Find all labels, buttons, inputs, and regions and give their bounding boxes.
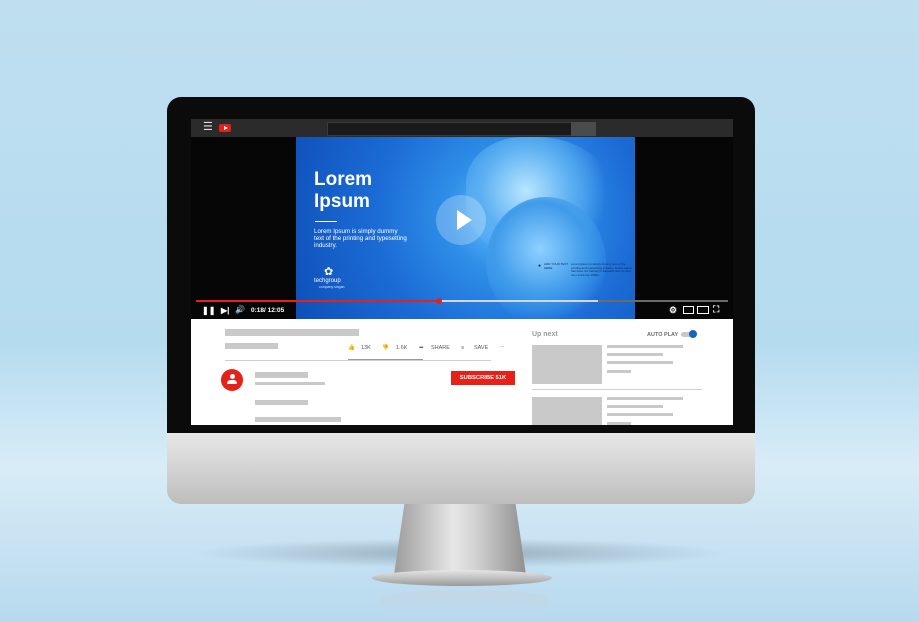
title-underline	[315, 221, 337, 222]
channel-subs-placeholder	[255, 382, 325, 385]
suggested-channel-placeholder	[607, 413, 673, 416]
suggested-title-placeholder	[607, 405, 663, 408]
share-icon[interactable]: ➦	[419, 345, 424, 351]
progress-played	[196, 300, 440, 302]
screen: ☰ Lorem Ipsum Lorem Ipsum is simply dumm…	[191, 119, 733, 425]
more-icon[interactable]: ...	[500, 343, 505, 349]
autoplay-toggle-knob[interactable]	[689, 330, 697, 338]
description-placeholder	[255, 400, 308, 405]
next-icon[interactable]: ▶|	[221, 306, 229, 315]
video-frame[interactable]: Lorem Ipsum Lorem Ipsum is simply dummy …	[296, 137, 635, 319]
watch-page: 👍 13K 👎 1.6K ➦ SHARE ≡ SAVE ... SUBSCRIB…	[191, 319, 733, 425]
time-display: 0:18/ 12:05	[251, 307, 285, 314]
settings-icon[interactable]: ⚙	[669, 305, 677, 316]
suggested-title-placeholder	[607, 353, 663, 356]
fullscreen-icon[interactable]: ⛶	[713, 304, 719, 315]
channel-name-placeholder[interactable]	[255, 372, 308, 378]
video-body-text: Lorem Ipsum is simply dummy text of the …	[314, 228, 407, 250]
avatar-head	[229, 374, 235, 379]
divider	[225, 360, 491, 361]
video-title-placeholder	[225, 329, 359, 336]
description-placeholder	[255, 417, 341, 422]
save-icon[interactable]: ≡	[461, 345, 464, 351]
video-title-overlay: Lorem Ipsum	[314, 169, 373, 212]
top-bar: ☰	[191, 119, 733, 137]
share-button[interactable]: SHARE	[431, 345, 450, 351]
theater-icon[interactable]	[697, 306, 709, 314]
small-label: ADD YOUR TEXT HERE	[544, 262, 569, 270]
search-input[interactable]	[327, 122, 572, 136]
suggested-channel-placeholder	[607, 361, 673, 364]
subscribe-button[interactable]: SUBSCRIBE 51K	[451, 371, 515, 385]
brand-name: techgroup	[314, 278, 341, 284]
divider	[532, 389, 702, 390]
suggested-video-thumbnail[interactable]	[532, 345, 602, 384]
save-button[interactable]: SAVE	[474, 345, 488, 351]
stand-reflection	[380, 590, 550, 616]
monitor-stand-base	[372, 570, 552, 586]
like-count[interactable]: 13K	[361, 345, 371, 351]
youtube-logo-icon[interactable]	[219, 124, 231, 132]
pause-icon[interactable]: ❚❚	[202, 306, 215, 315]
miniplayer-icon[interactable]	[683, 306, 694, 314]
pin-icon: ●	[538, 263, 542, 269]
suggested-views-placeholder	[607, 370, 631, 373]
suggested-title-placeholder[interactable]	[607, 397, 683, 400]
view-count-placeholder	[225, 343, 278, 349]
play-icon[interactable]	[457, 210, 472, 230]
suggested-views-placeholder	[607, 422, 631, 425]
suggested-video-thumbnail[interactable]	[532, 397, 602, 425]
search-button[interactable]	[571, 122, 596, 136]
menu-icon[interactable]: ☰	[203, 122, 213, 133]
thumbs-down-icon[interactable]: 👎	[382, 345, 389, 351]
thumbs-up-icon[interactable]: 👍	[348, 345, 355, 351]
monitor-chin	[167, 432, 755, 504]
small-paragraph: Lorem Ipsum is simply dummy text of the …	[571, 262, 633, 277]
monitor-stand	[394, 503, 526, 575]
like-ratio-bar	[348, 359, 423, 360]
autoplay-label: AUTO PLAY	[647, 332, 679, 338]
dislike-count[interactable]: 1.6K	[396, 345, 407, 351]
suggested-title-placeholder[interactable]	[607, 345, 683, 348]
avatar-body	[227, 380, 237, 384]
brand-slogan: company slogan	[319, 285, 345, 289]
up-next-heading: Up next	[532, 331, 558, 338]
volume-icon[interactable]: 🔊	[235, 305, 245, 314]
brand-logo-icon: ✿	[324, 266, 334, 278]
